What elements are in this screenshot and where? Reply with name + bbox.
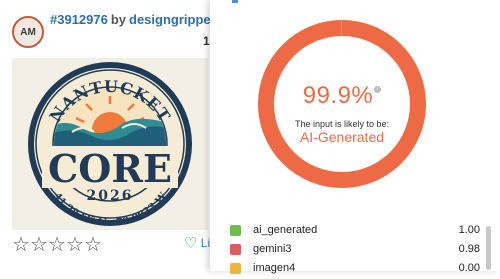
- model-value: 0.00: [458, 262, 480, 274]
- nantucket-core-logo: NANTUCKET CORE 2026 41.2833° N · 70.0833…: [28, 62, 192, 229]
- model-score-list: ai_generated 1.00 gemini3 0.98 imagen4 0.00: [228, 222, 490, 279]
- like-button[interactable]: ♡ Li: [184, 234, 210, 252]
- model-name: ai_generated: [253, 224, 318, 236]
- color-swatch: [230, 225, 241, 236]
- design-thumbnail[interactable]: NANTUCKET CORE 2026 41.2833° N · 70.0833…: [12, 58, 208, 230]
- ai-detector-panel: 99.9% i The input is likely to be: AI-Gen…: [210, 0, 500, 274]
- star-icon[interactable]: ☆: [48, 232, 66, 257]
- like-label: Li: [200, 236, 211, 250]
- color-swatch: [230, 263, 241, 274]
- score-gauge: 99.9% i The input is likely to be: AI-Gen…: [256, 18, 428, 190]
- model-value: 0.98: [458, 243, 480, 255]
- post-byline: #3912976 by designgripper: [50, 12, 216, 27]
- likely-label: The input is likely to be:: [294, 119, 390, 129]
- logo-main-text: CORE: [48, 146, 172, 191]
- by-label: by: [110, 12, 127, 27]
- star-icon[interactable]: ☆: [66, 232, 84, 257]
- avatar[interactable]: AM: [12, 16, 44, 48]
- verdict-label: AI-Generated: [299, 129, 385, 145]
- panel-top-accent: [232, 0, 238, 3]
- model-row: gemini3 0.98: [228, 241, 490, 260]
- model-row: imagen4 0.00: [228, 260, 490, 279]
- design-listing: AM #3912976 by designgripper 1 NANTUCKET…: [0, 0, 216, 271]
- count-label: 1: [203, 34, 210, 48]
- model-name: imagen4: [253, 262, 296, 274]
- author-link[interactable]: designgripper: [129, 12, 216, 27]
- list-scrollbar[interactable]: [486, 226, 491, 270]
- model-value: 1.00: [458, 224, 480, 236]
- heart-icon: ♡: [184, 235, 198, 252]
- design-id-link[interactable]: #3912976: [50, 12, 108, 27]
- model-name: gemini3: [253, 243, 292, 255]
- model-row: ai_generated 1.00: [228, 222, 490, 241]
- score-display: 99.9% i: [256, 82, 428, 110]
- score-value: 99.9%: [302, 82, 374, 109]
- color-swatch: [230, 244, 241, 255]
- star-icon[interactable]: ☆: [30, 232, 48, 257]
- rating-stars[interactable]: ☆☆☆☆☆: [12, 232, 102, 257]
- logo-year-text: 2026: [87, 188, 134, 204]
- star-icon[interactable]: ☆: [84, 232, 102, 257]
- star-icon[interactable]: ☆: [12, 232, 30, 257]
- info-icon[interactable]: i: [374, 86, 382, 93]
